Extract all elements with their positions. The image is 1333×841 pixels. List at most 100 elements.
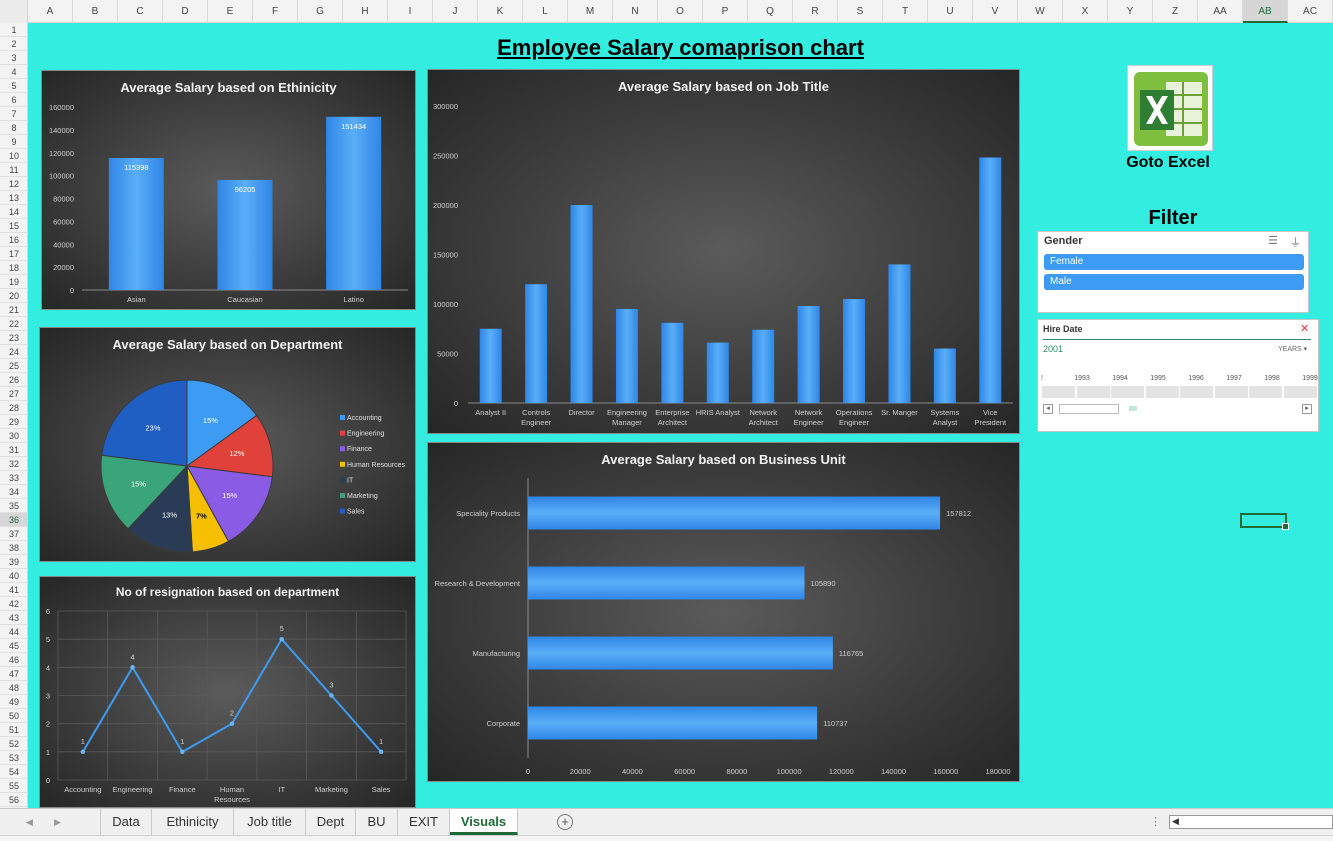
- column-header-ab[interactable]: AB: [1243, 0, 1288, 23]
- row-header-2[interactable]: 2: [0, 37, 28, 51]
- column-header-u[interactable]: U: [928, 0, 973, 23]
- timeline-scroll-left[interactable]: ◂: [1043, 404, 1053, 414]
- column-header-l[interactable]: L: [523, 0, 568, 23]
- column-header-aa[interactable]: AA: [1198, 0, 1243, 23]
- column-header-t[interactable]: T: [883, 0, 928, 23]
- row-header-35[interactable]: 35: [0, 499, 28, 513]
- column-header-n[interactable]: N: [613, 0, 658, 23]
- column-header-a[interactable]: A: [28, 0, 73, 23]
- scroll-left-icon[interactable]: ◀: [1172, 816, 1179, 827]
- row-header-5[interactable]: 5: [0, 79, 28, 93]
- tab-visuals[interactable]: Visuals: [450, 809, 518, 835]
- add-sheet-icon[interactable]: +: [557, 814, 573, 830]
- row-header-33[interactable]: 33: [0, 471, 28, 485]
- row-header-28[interactable]: 28: [0, 401, 28, 415]
- row-header-26[interactable]: 26: [0, 373, 28, 387]
- row-header-38[interactable]: 38: [0, 541, 28, 555]
- row-header-25[interactable]: 25: [0, 359, 28, 373]
- row-header-34[interactable]: 34: [0, 485, 28, 499]
- horizontal-scrollbar[interactable]: ◀: [1169, 815, 1333, 829]
- row-header-39[interactable]: 39: [0, 555, 28, 569]
- tab-job-title[interactable]: Job title: [234, 809, 306, 835]
- row-header-31[interactable]: 31: [0, 443, 28, 457]
- business-unit-chart[interactable]: Average Salary based on Business Unit 02…: [427, 442, 1020, 782]
- tab-data[interactable]: Data: [100, 809, 152, 835]
- tab-exit[interactable]: EXIT: [398, 809, 450, 835]
- row-header-13[interactable]: 13: [0, 191, 28, 205]
- timeline-period[interactable]: [1111, 386, 1144, 398]
- column-header-m[interactable]: M: [568, 0, 613, 23]
- column-header-i[interactable]: I: [388, 0, 433, 23]
- tab-scroll-right-icon[interactable]: ▶: [54, 809, 61, 835]
- multi-select-icon[interactable]: ☰: [1268, 234, 1278, 247]
- timeline-period[interactable]: [1249, 386, 1282, 398]
- column-header-h[interactable]: H: [343, 0, 388, 23]
- row-header-49[interactable]: 49: [0, 695, 28, 709]
- department-chart[interactable]: Average Salary based on Department 15% 12…: [39, 327, 416, 562]
- row-header-19[interactable]: 19: [0, 275, 28, 289]
- column-header-c[interactable]: C: [118, 0, 163, 23]
- row-header-42[interactable]: 42: [0, 597, 28, 611]
- goto-excel-label[interactable]: Goto Excel: [1108, 154, 1228, 172]
- timeline-period[interactable]: [1180, 386, 1213, 398]
- row-header-20[interactable]: 20: [0, 289, 28, 303]
- row-header-46[interactable]: 46: [0, 653, 28, 667]
- column-header-p[interactable]: P: [703, 0, 748, 23]
- job-title-chart[interactable]: Average Salary based on Job Title 0 50000…: [427, 69, 1020, 434]
- clear-filter-icon[interactable]: ✕: [1300, 322, 1309, 335]
- row-header-55[interactable]: 55: [0, 779, 28, 793]
- row-header-24[interactable]: 24: [0, 345, 28, 359]
- column-header-b[interactable]: B: [73, 0, 118, 23]
- row-header-7[interactable]: 7: [0, 107, 28, 121]
- row-header-32[interactable]: 32: [0, 457, 28, 471]
- column-header-r[interactable]: R: [793, 0, 838, 23]
- row-header-41[interactable]: 41: [0, 583, 28, 597]
- timeline-period[interactable]: [1214, 386, 1248, 398]
- column-header-k[interactable]: K: [478, 0, 523, 23]
- tab-ethinicity[interactable]: Ethinicity: [152, 809, 234, 835]
- row-header-51[interactable]: 51: [0, 723, 28, 737]
- row-header-11[interactable]: 11: [0, 163, 28, 177]
- tab-bu[interactable]: BU: [356, 809, 398, 835]
- timeline-period[interactable]: [1042, 386, 1075, 398]
- row-header-47[interactable]: 47: [0, 667, 28, 681]
- row-header-12[interactable]: 12: [0, 177, 28, 191]
- timeline-period[interactable]: [1283, 386, 1317, 398]
- column-header-g[interactable]: G: [298, 0, 343, 23]
- hire-date-timeline[interactable]: Hire Date ✕ 2001 YEARS ▾ ! 1993 1994 1995 19…: [1037, 319, 1319, 432]
- row-header-9[interactable]: 9: [0, 135, 28, 149]
- column-header-e[interactable]: E: [208, 0, 253, 23]
- row-header-22[interactable]: 22: [0, 317, 28, 331]
- column-header-s[interactable]: S: [838, 0, 883, 23]
- column-header-j[interactable]: J: [433, 0, 478, 23]
- column-header-y[interactable]: Y: [1108, 0, 1153, 23]
- clear-filter-icon[interactable]: ⏚: [1290, 234, 1301, 250]
- row-header-54[interactable]: 54: [0, 765, 28, 779]
- timeline-period[interactable]: [1145, 386, 1179, 398]
- row-header-17[interactable]: 17: [0, 247, 28, 261]
- slicer-item-male[interactable]: Male: [1044, 274, 1304, 290]
- row-header-48[interactable]: 48: [0, 681, 28, 695]
- row-header-1[interactable]: 1: [0, 23, 28, 37]
- column-header-w[interactable]: W: [1018, 0, 1063, 23]
- select-all-corner[interactable]: [0, 0, 28, 23]
- timeline-level-dropdown[interactable]: YEARS ▾: [1278, 345, 1307, 353]
- row-header-6[interactable]: 6: [0, 93, 28, 107]
- more-options-icon[interactable]: ⋮: [1150, 815, 1161, 828]
- tab-dept[interactable]: Dept: [306, 809, 356, 835]
- column-header-o[interactable]: O: [658, 0, 703, 23]
- row-header-53[interactable]: 53: [0, 751, 28, 765]
- row-header-29[interactable]: 29: [0, 415, 28, 429]
- row-header-10[interactable]: 10: [0, 149, 28, 163]
- resignation-chart[interactable]: No of resignation based on department 01…: [39, 576, 416, 808]
- slicer-item-female[interactable]: Female: [1044, 254, 1304, 270]
- row-header-15[interactable]: 15: [0, 219, 28, 233]
- row-header-27[interactable]: 27: [0, 387, 28, 401]
- row-header-16[interactable]: 16: [0, 233, 28, 247]
- ethnicity-chart[interactable]: Average Salary based on Ethinicity 0 2000…: [41, 70, 416, 310]
- active-cell[interactable]: [1240, 513, 1289, 530]
- row-header-21[interactable]: 21: [0, 303, 28, 317]
- timeline-scroll-thumb[interactable]: [1059, 404, 1119, 414]
- row-header-4[interactable]: 4: [0, 65, 28, 79]
- column-header-d[interactable]: D: [163, 0, 208, 23]
